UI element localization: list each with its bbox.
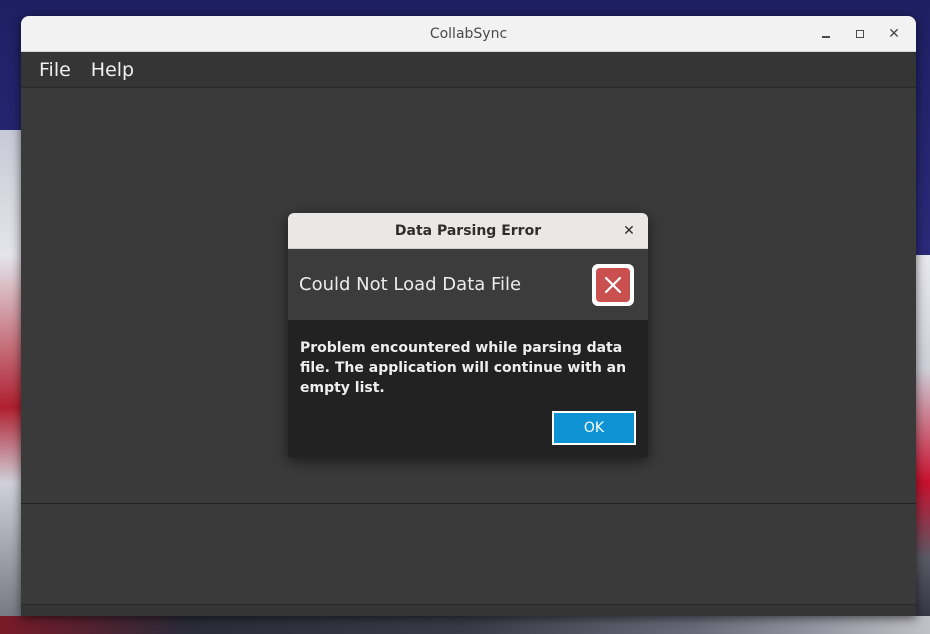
dialog-header: Could Not Load Data File — [288, 249, 648, 320]
close-icon: ✕ — [888, 26, 900, 42]
close-icon: ✕ — [623, 223, 635, 239]
close-window-button[interactable]: ✕ — [880, 20, 908, 48]
menu-file[interactable]: File — [29, 59, 81, 81]
minimize-button[interactable] — [812, 20, 840, 48]
desktop-wallpaper-bottom — [0, 616, 930, 634]
dialog-message: Problem encountered while parsing data f… — [300, 340, 627, 396]
dialog-title: Data Parsing Error — [394, 222, 542, 239]
dialog-titlebar[interactable]: Data Parsing Error ✕ — [288, 213, 648, 249]
dialog-close-button[interactable]: ✕ — [620, 222, 638, 240]
desktop-wallpaper-right — [914, 255, 930, 634]
ok-button[interactable]: OK — [552, 411, 636, 445]
status-bar — [21, 604, 916, 616]
error-dialog: Data Parsing Error ✕ Could Not Load Data… — [288, 213, 648, 457]
window-titlebar[interactable]: CollabSync ✕ — [21, 16, 916, 52]
desktop-wallpaper-left — [0, 130, 22, 634]
window-controls: ✕ — [812, 16, 908, 52]
minimize-icon — [822, 36, 830, 38]
menu-help[interactable]: Help — [81, 59, 144, 81]
maximize-button[interactable] — [846, 20, 874, 48]
menubar: File Help — [21, 52, 916, 88]
window-title: CollabSync — [429, 25, 508, 42]
dialog-heading: Could Not Load Data File — [299, 274, 522, 295]
bottom-panel — [21, 504, 916, 604]
maximize-icon — [856, 30, 864, 38]
error-icon — [592, 263, 634, 306]
